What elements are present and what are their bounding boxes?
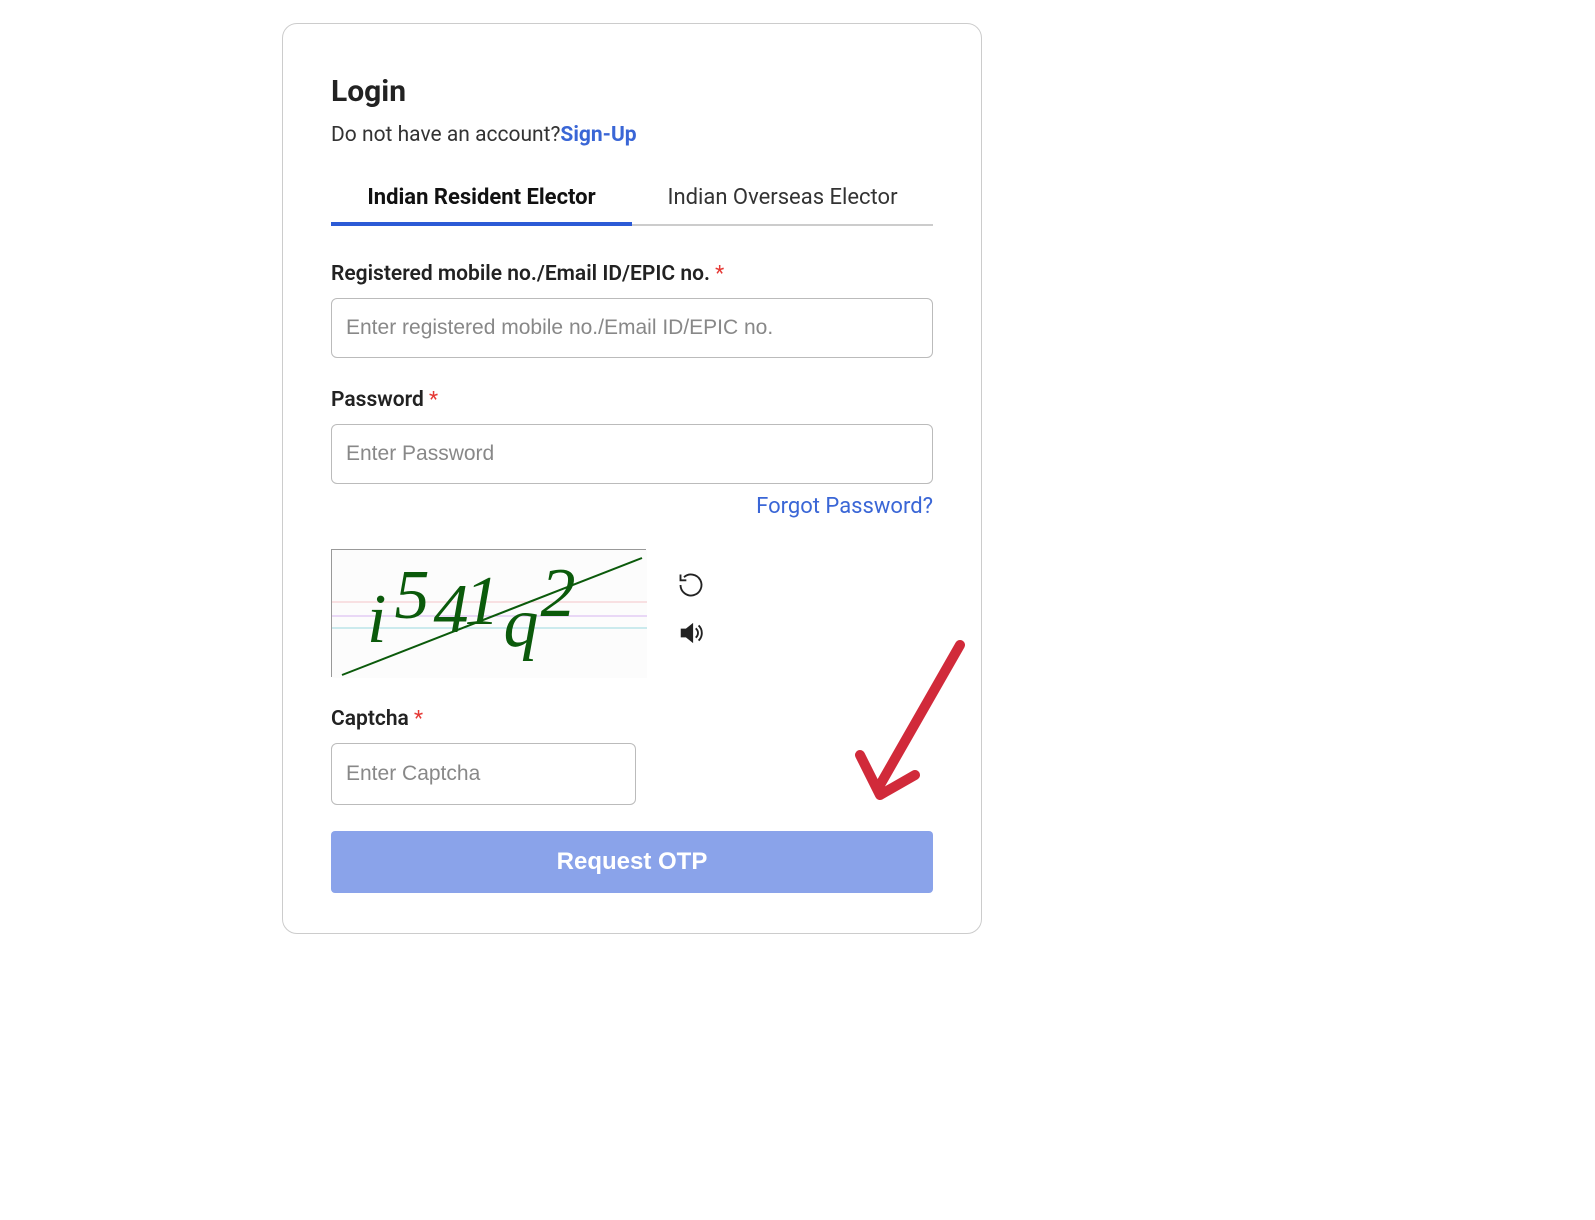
required-mark: * — [715, 262, 724, 286]
required-mark: * — [429, 388, 438, 412]
username-input[interactable] — [331, 298, 933, 358]
username-field-block: Registered mobile no./Email ID/EPIC no. … — [331, 262, 933, 358]
request-otp-button[interactable]: Request OTP — [331, 831, 933, 893]
captcha-row: i541q2 — [331, 549, 933, 677]
username-label: Registered mobile no./Email ID/EPIC no. … — [331, 262, 933, 286]
username-label-text: Registered mobile no./Email ID/EPIC no. — [331, 262, 715, 286]
forgot-password-row: Forgot Password? — [331, 494, 933, 519]
login-title: Login — [331, 74, 933, 109]
signup-prompt-line: Do not have an account?Sign-Up — [331, 123, 933, 147]
captcha-field-block: Captcha * — [331, 707, 933, 805]
signup-link[interactable]: Sign-Up — [560, 123, 636, 147]
captcha-label-text: Captcha — [331, 707, 414, 731]
password-label: Password * — [331, 388, 933, 412]
required-mark: * — [414, 707, 423, 731]
captcha-label: Captcha * — [331, 707, 933, 731]
tab-indian-resident[interactable]: Indian Resident Elector — [331, 175, 632, 224]
captcha-image: i541q2 — [331, 549, 646, 677]
captcha-controls — [676, 570, 706, 648]
login-card: Login Do not have an account?Sign-Up Ind… — [282, 23, 982, 934]
password-input[interactable] — [331, 424, 933, 484]
password-label-text: Password — [331, 388, 429, 412]
login-tabs: Indian Resident Elector Indian Overseas … — [331, 175, 933, 226]
refresh-icon[interactable] — [676, 570, 706, 600]
forgot-password-link[interactable]: Forgot Password? — [756, 494, 933, 519]
signup-prompt-text: Do not have an account? — [331, 123, 560, 147]
captcha-input[interactable] — [331, 743, 636, 805]
tab-indian-overseas[interactable]: Indian Overseas Elector — [632, 175, 933, 224]
password-field-block: Password * Forgot Password? — [331, 388, 933, 519]
audio-icon[interactable] — [676, 618, 706, 648]
